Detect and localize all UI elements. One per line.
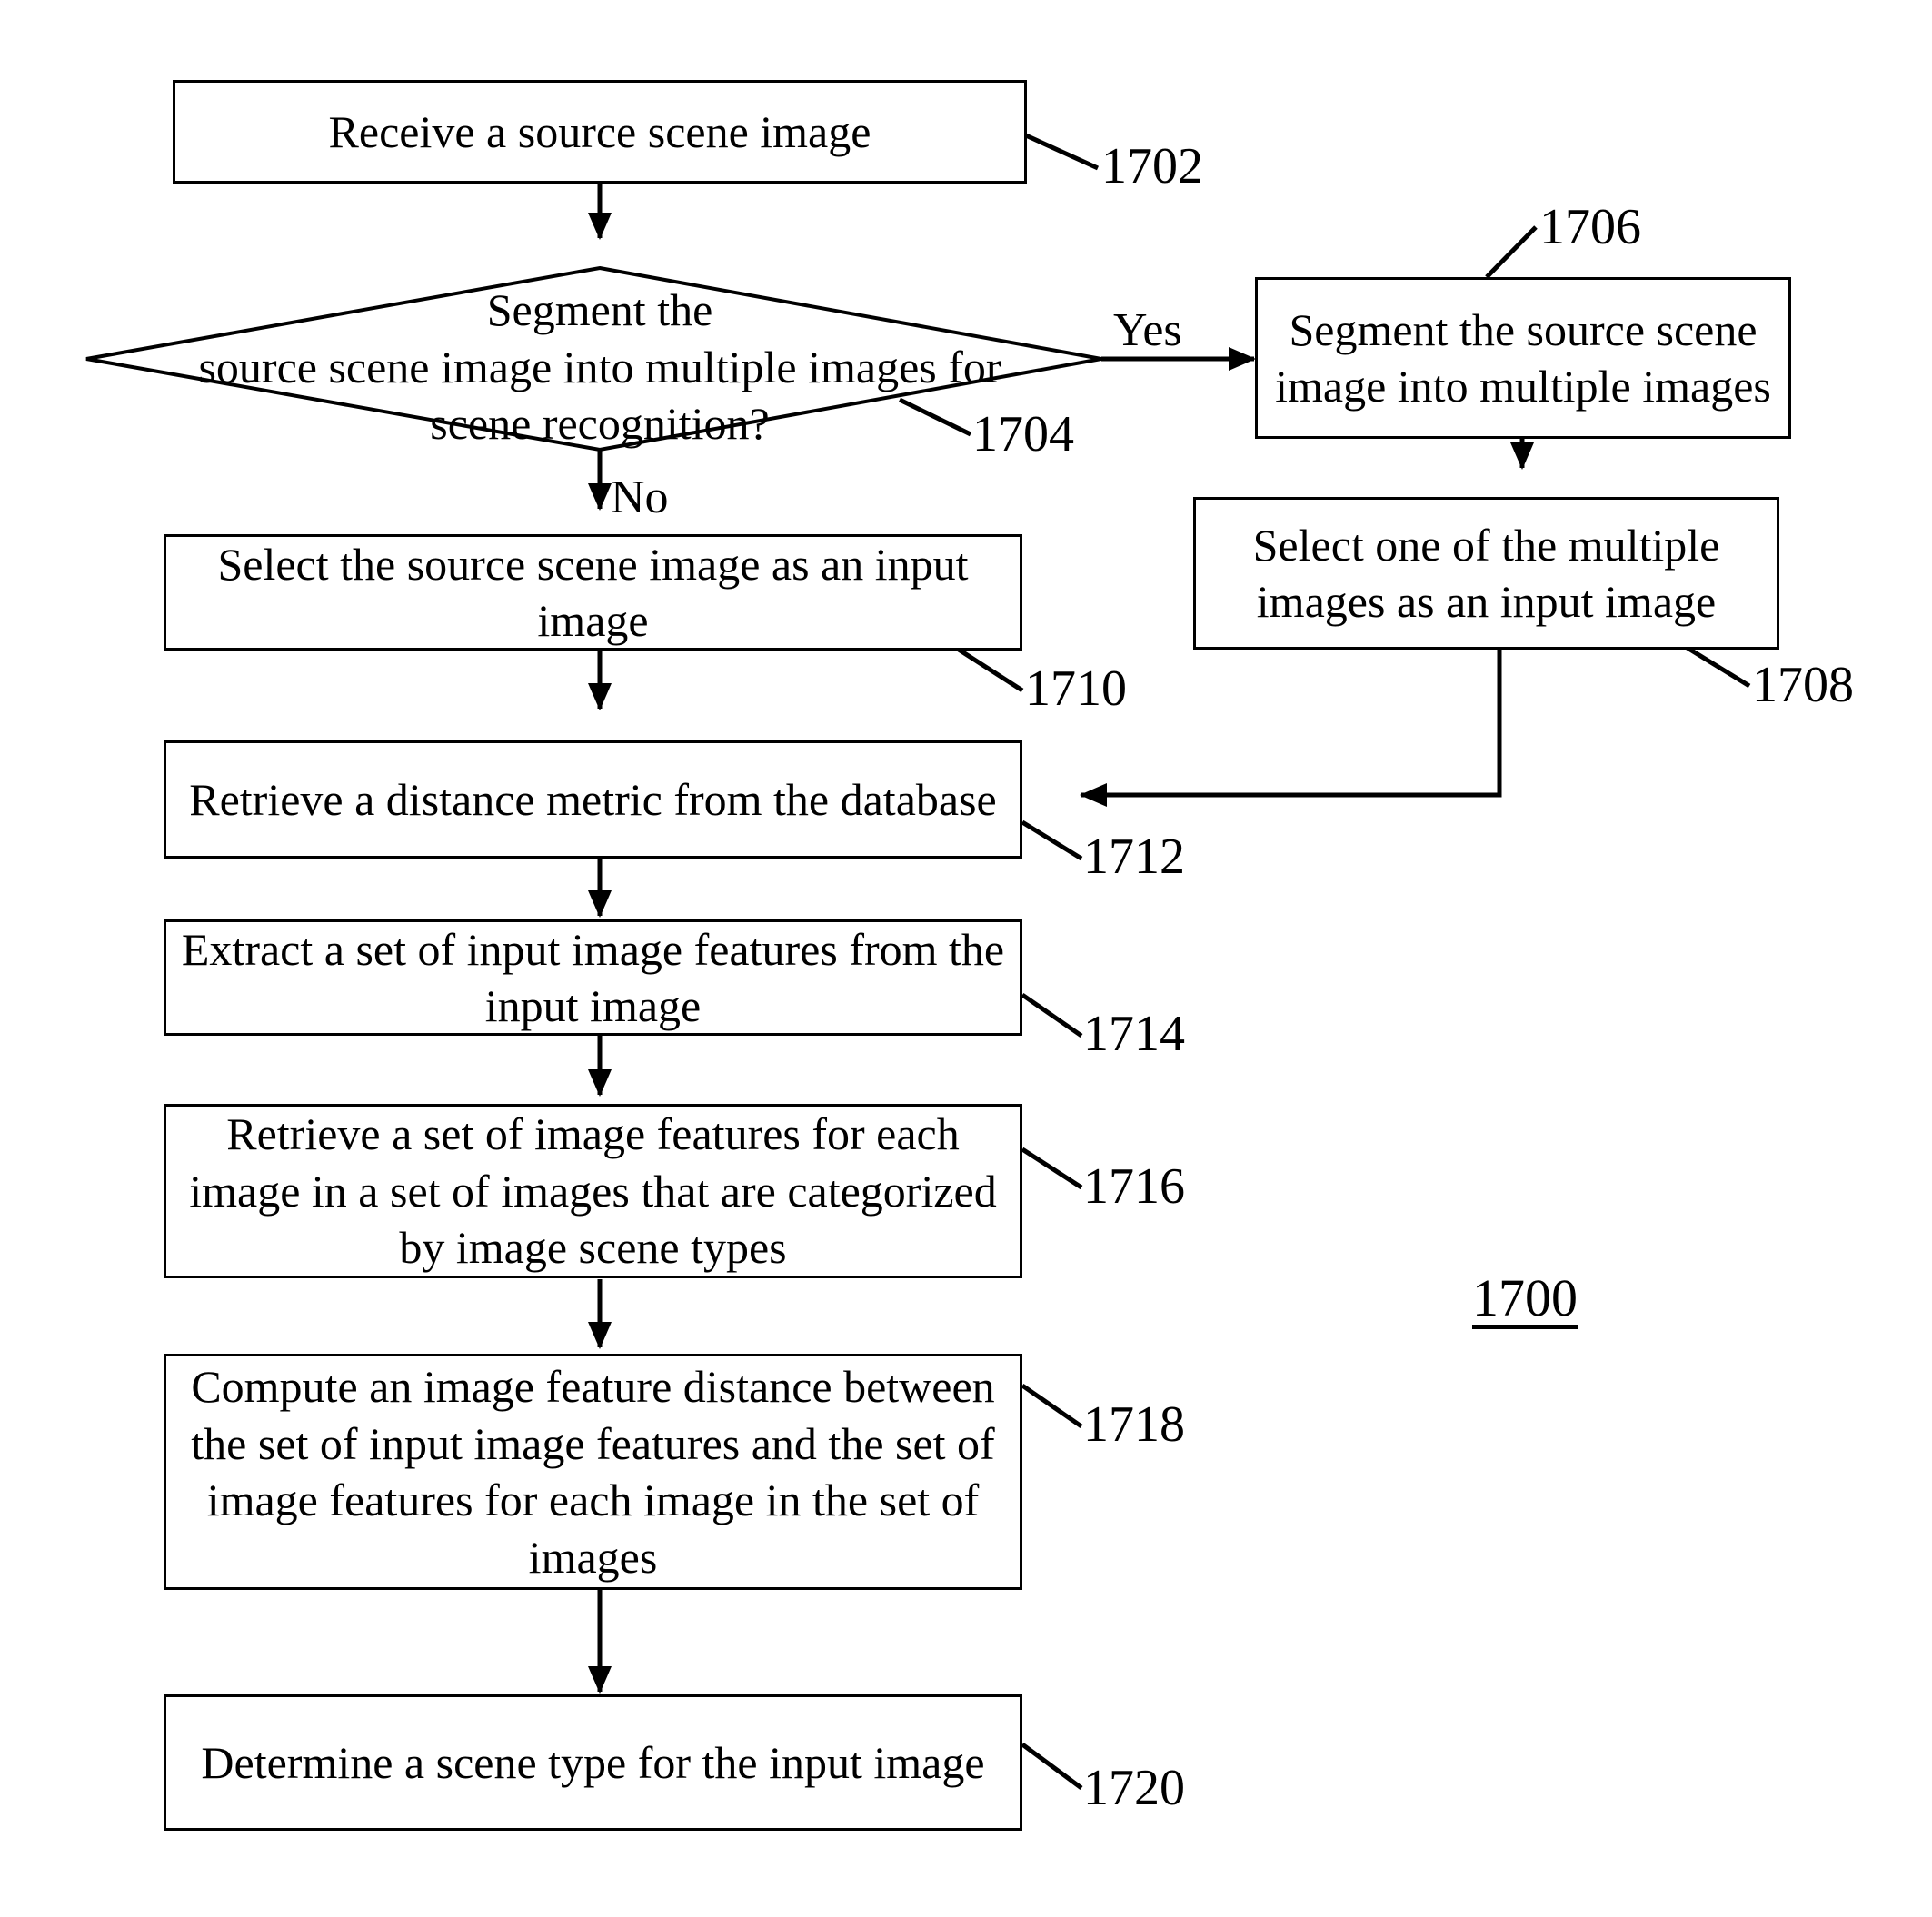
ref-numeral-1706: 1706 [1539,199,1641,255]
ref-numeral-1708: 1708 [1752,657,1854,713]
process-box-1702-label: Receive a source scene image [328,105,871,157]
process-box-1720-label: Determine a scene type for the input ima… [201,1736,985,1788]
edge-1708-to-1712 [1080,650,1502,807]
patent-flowchart-figure: Receive a source scene image Segment the… [0,0,1932,1917]
branch-label-yes: Yes [1113,304,1182,356]
branch-label-no: No [611,472,669,523]
leader-1720 [1021,1742,1083,1791]
process-box-1708-label: Select one of the multiple images as an … [1252,519,1720,628]
process-box-1714-label: Extract a set of input image features fr… [181,923,1005,1032]
leader-1710 [957,647,1024,693]
decision-box-1704-label: Segment the source scene image into mult… [198,284,1001,449]
process-box-1710[interactable]: Select the source scene image as an inpu… [164,534,1022,651]
ref-numeral-1720: 1720 [1083,1760,1185,1816]
leader-1706 [1485,225,1538,279]
leader-1714 [1021,992,1083,1038]
ref-numeral-1704: 1704 [972,406,1074,462]
leader-1716 [1021,1147,1083,1190]
ref-numeral-1714: 1714 [1083,1006,1185,1062]
process-box-1718-label: Compute an image feature distance betwee… [191,1361,995,1583]
leader-1708 [1684,644,1751,689]
leader-1712 [1021,819,1083,861]
ref-numeral-1718: 1718 [1083,1396,1185,1453]
figure-number-1700: 1700 [1472,1268,1578,1327]
process-box-1714[interactable]: Extract a set of input image features fr… [164,919,1022,1036]
process-box-1708[interactable]: Select one of the multiple images as an … [1193,497,1779,650]
process-box-1706[interactable]: Segment the source scene image into mult… [1255,277,1791,439]
ref-numeral-1710: 1710 [1025,661,1127,717]
process-box-1720[interactable]: Determine a scene type for the input ima… [164,1694,1022,1831]
process-box-1716-label: Retrieve a set of image features for eac… [189,1108,997,1274]
process-box-1712[interactable]: Retrieve a distance metric from the data… [164,740,1022,859]
process-box-1718[interactable]: Compute an image feature distance betwee… [164,1354,1022,1590]
leader-1702 [1016,129,1100,171]
process-box-1710-label: Select the source scene image as an inpu… [217,538,969,647]
process-box-1716[interactable]: Retrieve a set of image features for eac… [164,1104,1022,1278]
ref-numeral-1702: 1702 [1101,138,1203,194]
process-box-1706-label: Segment the source scene image into mult… [1275,303,1771,412]
process-box-1702[interactable]: Receive a source scene image [173,80,1027,184]
ref-numeral-1716: 1716 [1083,1158,1185,1215]
leader-1718 [1021,1383,1083,1429]
ref-numeral-1712: 1712 [1083,829,1185,885]
process-box-1712-label: Retrieve a distance metric from the data… [189,773,997,825]
